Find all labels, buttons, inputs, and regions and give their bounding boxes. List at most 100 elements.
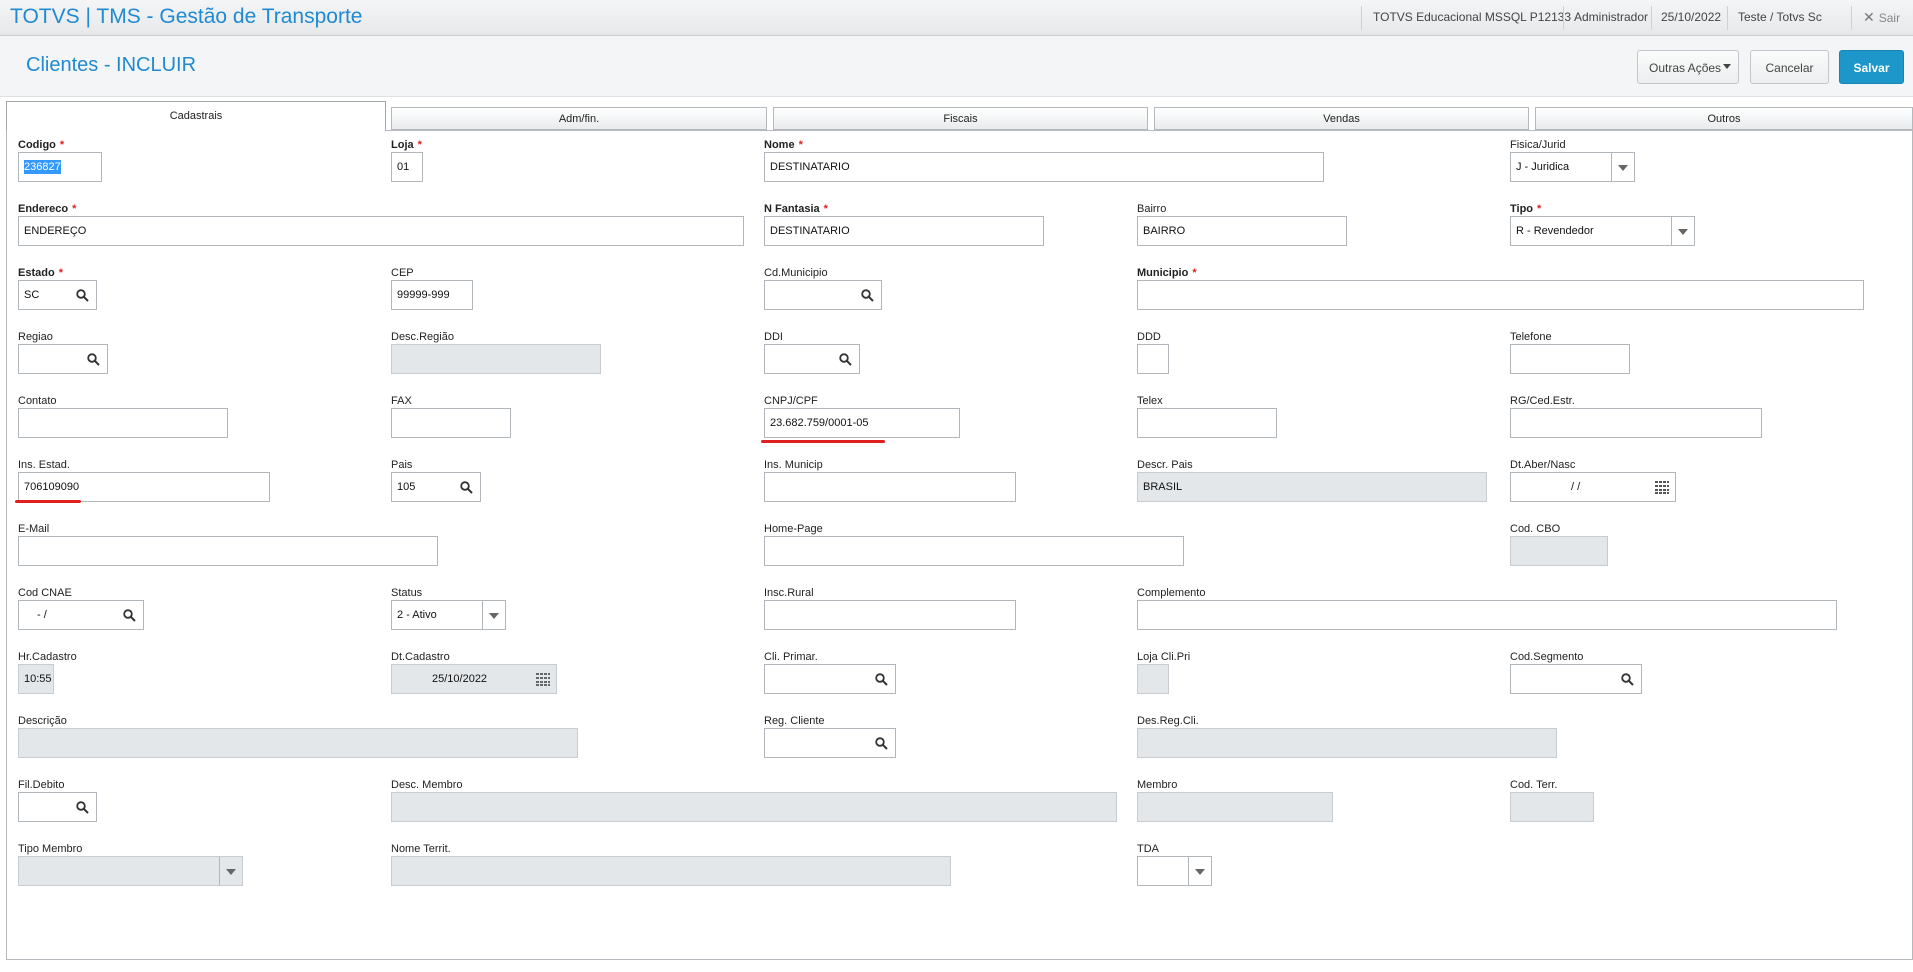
codigo-field[interactable]: 236827 — [18, 152, 102, 182]
dt-aber-nasc-field[interactable]: / / — [1510, 472, 1676, 502]
status-select[interactable]: 2 - Ativo — [391, 600, 506, 630]
field-label-estado: Estado * — [18, 267, 63, 279]
cod-segmento-field[interactable] — [1510, 664, 1642, 694]
save-button[interactable]: Salvar — [1839, 50, 1904, 84]
fisica-jurid-select[interactable]: J - Juridica — [1510, 152, 1635, 182]
ins-municip-field[interactable] — [764, 472, 1016, 502]
field-label-dt-cadastro: Dt.Cadastro — [391, 651, 450, 663]
cnpj-cpf-field[interactable]: 23.682.759/0001-05 — [764, 408, 960, 438]
email-field[interactable] — [18, 536, 438, 566]
field-label-ins-estad: Ins. Estad. — [18, 459, 70, 471]
telefone-field[interactable] — [1510, 344, 1630, 374]
tipo-membro-select — [18, 856, 243, 886]
page-header: Clientes - INCLUIR — [0, 36, 1913, 97]
field-label-endereco: Endereco * — [18, 203, 77, 215]
exit-button[interactable]: ✕ Sair — [1863, 0, 1900, 35]
cep-field[interactable]: 99999-999 — [391, 280, 473, 310]
chevron-down-icon — [482, 601, 505, 629]
field-label-bairro: Bairro — [1137, 203, 1167, 215]
field-label-cod-terr: Cod. Terr. — [1510, 779, 1558, 791]
search-icon[interactable] — [875, 673, 888, 686]
fil-debito-field[interactable] — [18, 792, 97, 822]
cd-municipio-field[interactable] — [764, 280, 882, 310]
estado-field[interactable]: SC — [18, 280, 97, 310]
des-reg-cli-field — [1137, 728, 1557, 758]
search-icon[interactable] — [76, 289, 89, 302]
search-icon[interactable] — [861, 289, 874, 302]
field-label-tipo-membro: Tipo Membro — [18, 843, 83, 855]
bairro-field[interactable]: BAIRRO — [1137, 216, 1347, 246]
tab-fiscais[interactable]: Fiscais — [773, 107, 1148, 130]
field-label-descricao: Descrição — [18, 715, 67, 727]
field-label-cod-segmento: Cod.Segmento — [1510, 651, 1584, 663]
endereco-field[interactable]: ENDEREÇO — [18, 216, 744, 246]
ddd-field[interactable] — [1137, 344, 1169, 374]
cli-primar-field[interactable] — [764, 664, 896, 694]
search-icon[interactable] — [1621, 673, 1634, 686]
chevron-down-icon — [1188, 857, 1211, 885]
n-fantasia-field[interactable]: DESTINATARIO — [764, 216, 1044, 246]
field-label-desc-membro: Desc. Membro — [391, 779, 463, 791]
fax-field[interactable] — [391, 408, 511, 438]
dt-cadastro-field: 25/10/2022 — [391, 664, 557, 694]
field-label-regiao: Regiao — [18, 331, 53, 343]
tab-outros[interactable]: Outros — [1535, 107, 1913, 130]
cod-terr-field — [1510, 792, 1594, 822]
pais-field[interactable]: 105 — [391, 472, 481, 502]
field-label-fax: FAX — [391, 395, 412, 407]
field-label-cnpj-cpf: CNPJ/CPF — [764, 395, 818, 407]
close-icon: ✕ — [1863, 9, 1875, 25]
field-label-n-fantasia: N Fantasia * — [764, 203, 828, 215]
date-label: 25/10/2022 — [1661, 10, 1722, 24]
insc-rural-field[interactable] — [764, 600, 1016, 630]
field-label-reg-cliente: Reg. Cliente — [764, 715, 825, 727]
hr-cadastro-field: 10:55 — [18, 664, 54, 694]
field-label-rg-ced-estr: RG/Ced.Estr. — [1510, 395, 1575, 407]
calendar-icon[interactable] — [1655, 481, 1669, 494]
search-icon[interactable] — [76, 801, 89, 814]
ddi-field[interactable] — [764, 344, 860, 374]
exit-label: Sair — [1878, 11, 1901, 25]
field-label-tipo: Tipo * — [1510, 203, 1542, 215]
field-label-cod-cbo: Cod. CBO — [1510, 523, 1561, 535]
cancel-button[interactable]: Cancelar — [1750, 50, 1829, 84]
ins-estad-field[interactable]: 706109090 — [18, 472, 270, 502]
company-label[interactable]: Teste / Totvs Sc — [1738, 0, 1822, 35]
municipio-field[interactable] — [1137, 280, 1864, 310]
search-icon[interactable] — [460, 481, 473, 494]
reg-cliente-field[interactable] — [764, 728, 896, 758]
calendar-icon — [536, 673, 550, 686]
search-icon[interactable] — [123, 609, 136, 622]
loja-field[interactable]: 01 — [391, 152, 423, 182]
regiao-field[interactable] — [18, 344, 108, 374]
tda-select[interactable] — [1137, 856, 1212, 886]
field-label-hr-cadastro: Hr.Cadastro — [18, 651, 77, 663]
cod-cnae-field[interactable]: - / — [18, 600, 144, 630]
app-title: TOTVS | TMS - Gestão de Transporte — [10, 5, 363, 28]
more-actions-button[interactable]: Outras Ações — [1637, 50, 1739, 84]
environment-label: TOTVS Educacional MSSQL P12133 — [1373, 10, 1572, 24]
tipo-select[interactable]: R - Revendedor — [1510, 216, 1695, 246]
tab-vendas[interactable]: Vendas — [1154, 107, 1529, 130]
search-icon[interactable] — [875, 737, 888, 750]
home-page-field[interactable] — [764, 536, 1184, 566]
field-label-nome: Nome * — [764, 139, 803, 151]
telex-field[interactable] — [1137, 408, 1277, 438]
nome-field[interactable]: DESTINATARIO — [764, 152, 1324, 182]
field-label-nome-territ: Nome Territ. — [391, 843, 451, 855]
search-icon[interactable] — [839, 353, 852, 366]
field-label-contato: Contato — [18, 395, 57, 407]
field-label-insc-rural: Insc.Rural — [764, 587, 814, 599]
complemento-field[interactable] — [1137, 600, 1837, 630]
field-label-codigo: Codigo * — [18, 139, 65, 151]
tab-adm-fin[interactable]: Adm/fin. — [391, 107, 767, 130]
contato-field[interactable] — [18, 408, 228, 438]
tab-cadastrais[interactable]: Cadastrais — [6, 101, 386, 131]
field-label-fil-debito: Fil.Debito — [18, 779, 65, 791]
rg-ced-estr-field[interactable] — [1510, 408, 1762, 438]
field-label-ins-municip: Ins. Municip — [764, 459, 823, 471]
loja-cli-pri-field — [1137, 664, 1169, 694]
search-icon[interactable] — [87, 353, 100, 366]
field-label-cod-cnae: Cod CNAE — [18, 587, 72, 599]
more-actions-label: Outras Ações — [1649, 61, 1722, 75]
